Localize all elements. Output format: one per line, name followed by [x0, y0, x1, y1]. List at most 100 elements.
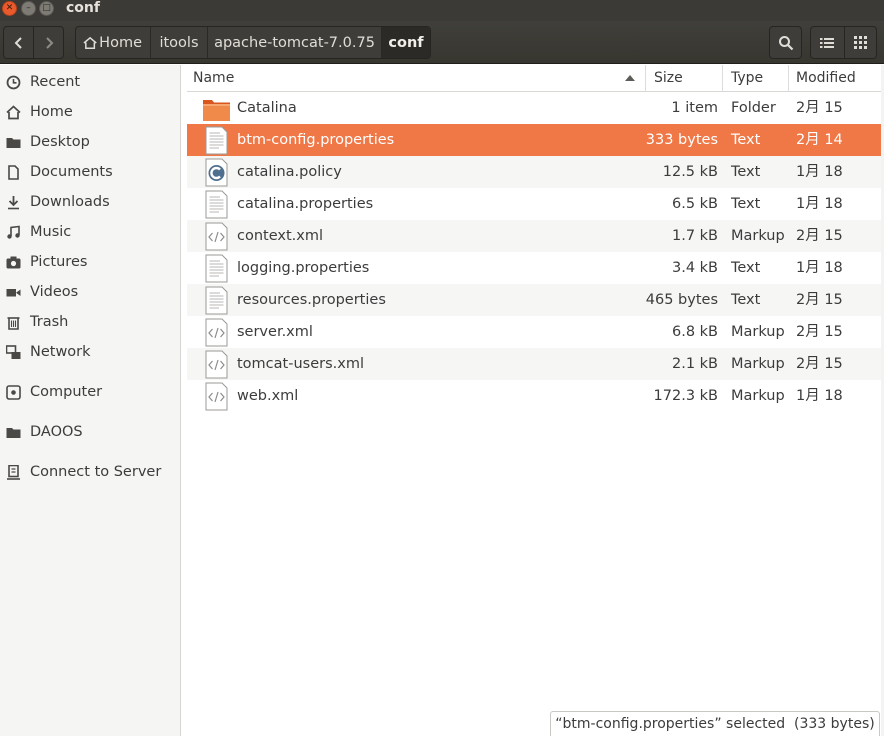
file-size: 2.1 kB — [671, 356, 718, 372]
file-size: 333 bytes — [645, 132, 718, 148]
breadcrumb-conf[interactable]: conf — [381, 27, 430, 58]
sidebar-item-pictures[interactable]: Pictures — [0, 248, 180, 276]
back-button[interactable] — [4, 27, 33, 58]
file-type: Markup — [731, 228, 785, 244]
column-header-size[interactable]: Size — [646, 65, 723, 92]
file-row-catalina-policy[interactable]: catalina.policy 12.5 kB Text 1月 18 — [187, 156, 884, 188]
file-type: Markup — [731, 388, 785, 404]
file-size: 3.4 kB — [671, 260, 718, 276]
column-header-type[interactable]: Type — [723, 65, 789, 92]
trash-icon — [5, 314, 21, 330]
music-icon — [5, 224, 21, 240]
file-size: 172.3 kB — [653, 388, 718, 404]
file-modified: 1月 18 — [796, 196, 843, 212]
home-icon — [83, 36, 97, 49]
list-view-button[interactable] — [811, 27, 844, 58]
sort-ascending-icon — [625, 75, 635, 81]
sidebar-item-label: Connect to Server — [30, 464, 162, 480]
sidebar-item-downloads[interactable]: Downloads — [0, 188, 180, 216]
search-button[interactable] — [769, 26, 802, 59]
markup-file-icon — [205, 382, 228, 411]
window-minimize-button[interactable]: – — [21, 1, 36, 16]
file-row-logging-properties[interactable]: logging.properties 3.4 kB Text 1月 18 — [187, 252, 884, 284]
column-header-label: Type — [731, 70, 764, 86]
sidebar-item-label: Trash — [30, 314, 69, 330]
column-header-label: Modified — [796, 70, 856, 86]
file-size: 1.7 kB — [671, 228, 718, 244]
sidebar-item-recent[interactable]: Recent — [0, 68, 180, 96]
sidebar-item-connect-to-server[interactable]: Connect to Server — [0, 458, 180, 486]
sidebar-item-network[interactable]: Network — [0, 338, 180, 366]
file-size: 1 item — [671, 100, 718, 116]
video-icon — [5, 284, 21, 300]
download-icon — [5, 194, 21, 210]
breadcrumb-home[interactable]: Home — [76, 27, 150, 58]
file-row-catalina-properties[interactable]: catalina.properties 6.5 kB Text 1月 18 — [187, 188, 884, 220]
sidebar-item-trash[interactable]: Trash — [0, 308, 180, 336]
window-close-button[interactable]: ✕ — [2, 1, 17, 16]
file-size: 6.8 kB — [671, 324, 718, 340]
file-row-btm-config-properties[interactable]: btm-config.properties 333 bytes Text 2月 … — [187, 124, 884, 156]
list-view-icon — [820, 37, 835, 48]
file-modified: 1月 18 — [796, 388, 843, 404]
file-name: Catalina — [237, 100, 297, 116]
folder-icon — [5, 424, 21, 440]
column-header-modified[interactable]: Modified — [789, 65, 884, 92]
column-header-name[interactable]: Name — [187, 65, 646, 92]
file-modified: 1月 18 — [796, 260, 843, 276]
file-name: btm-config.properties — [237, 132, 395, 148]
chevron-left-icon — [14, 36, 22, 49]
header-bar: Home itools apache-tomcat-7.0.75 conf — [0, 21, 884, 64]
home-icon — [5, 104, 21, 120]
breadcrumb-apache-tomcat[interactable]: apache-tomcat-7.0.75 — [207, 27, 381, 58]
history-nav — [3, 26, 64, 59]
sidebar-item-music[interactable]: Music — [0, 218, 180, 246]
file-name: server.xml — [237, 324, 313, 340]
grid-view-button[interactable] — [843, 27, 877, 58]
sidebar-item-label: Videos — [30, 284, 79, 300]
forward-button[interactable] — [33, 27, 63, 58]
file-name: tomcat-users.xml — [237, 356, 364, 372]
file-name: logging.properties — [237, 260, 370, 276]
sidebar-item-label: Documents — [30, 164, 113, 180]
file-row-server-xml[interactable]: server.xml 6.8 kB Markup 2月 15 — [187, 316, 884, 348]
file-row-resources-properties[interactable]: resources.properties 465 bytes Text 2月 1… — [187, 284, 884, 316]
policy-file-icon — [205, 158, 228, 187]
grid-view-icon — [853, 36, 867, 49]
sidebar-item-daoos[interactable]: DAOOS — [0, 418, 180, 446]
column-header-label: Name — [193, 70, 235, 86]
sidebar-item-computer[interactable]: Computer — [0, 378, 180, 406]
breadcrumb-home-label: Home — [99, 34, 142, 51]
file-size: 465 bytes — [645, 292, 718, 308]
sidebar-item-documents[interactable]: Documents — [0, 158, 180, 186]
places-sidebar: Recent Home Desktop Documents Downloads … — [0, 65, 181, 736]
chevron-right-icon — [46, 36, 54, 49]
file-modified: 2月 15 — [796, 228, 843, 244]
window-maximize-button[interactable]: □ — [39, 1, 54, 16]
selection-status: “btm-config.properties” selected (333 by… — [550, 711, 880, 736]
file-name: resources.properties — [237, 292, 386, 308]
computer-icon — [5, 384, 21, 400]
sidebar-item-videos[interactable]: Videos — [0, 278, 180, 306]
search-icon — [778, 35, 793, 50]
sidebar-item-desktop[interactable]: Desktop — [0, 128, 180, 156]
markup-file-icon — [205, 350, 228, 379]
maximize-icon: □ — [42, 3, 51, 13]
markup-file-icon — [205, 222, 228, 251]
file-modified: 2月 15 — [796, 324, 843, 340]
file-row-catalina[interactable]: Catalina 1 item Folder 2月 15 — [187, 92, 884, 124]
breadcrumb-itools[interactable]: itools — [150, 27, 207, 58]
document-icon — [5, 164, 21, 180]
network-icon — [5, 344, 21, 360]
file-name: context.xml — [237, 228, 323, 244]
file-modified: 2月 15 — [796, 356, 843, 372]
sidebar-item-home[interactable]: Home — [0, 98, 180, 126]
sidebar-item-label: Music — [30, 224, 72, 240]
sidebar-item-label: Recent — [30, 74, 81, 90]
file-row-web-xml[interactable]: web.xml 172.3 kB Markup 1月 18 — [187, 380, 884, 412]
file-type: Markup — [731, 356, 785, 372]
file-row-tomcat-users-xml[interactable]: tomcat-users.xml 2.1 kB Markup 2月 15 — [187, 348, 884, 380]
file-row-context-xml[interactable]: context.xml 1.7 kB Markup 2月 15 — [187, 220, 884, 252]
title-bar: ✕ – □ conf — [0, 0, 884, 21]
view-switcher — [810, 26, 877, 59]
